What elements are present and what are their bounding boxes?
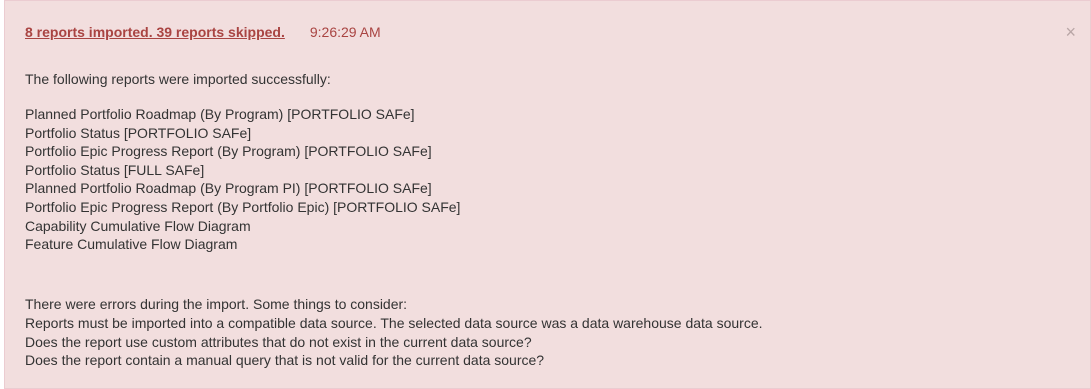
import-result-alert: 8 reports imported. 39 reports skipped. … [4,0,1091,389]
imported-report-list: Planned Portfolio Roadmap (By Program) [… [25,105,460,254]
list-item: Planned Portfolio Roadmap (By Program) [… [25,106,415,122]
import-summary-link[interactable]: 8 reports imported. 39 reports skipped. [25,24,285,40]
error-heading: There were errors during the import. Som… [25,296,408,312]
list-item: Capability Cumulative Flow Diagram [25,217,251,234]
error-note: Does the report contain a manual query t… [25,352,545,369]
close-icon[interactable]: × [1065,23,1076,41]
alert-header: 8 reports imported. 39 reports skipped. … [25,24,381,40]
error-notes: There were errors during the import. Som… [25,295,763,370]
error-note: Reports must be imported into a compatib… [25,314,763,331]
error-note: Does the report use custom attributes th… [25,333,532,350]
import-timestamp: 9:26:29 AM [309,24,381,40]
list-item: Planned Portfolio Roadmap (By Program PI… [25,180,432,197]
list-item: Portfolio Epic Progress Report (By Progr… [25,143,432,160]
list-item: Feature Cumulative Flow Diagram [25,236,238,253]
success-heading: The following reports were imported succ… [25,71,331,87]
list-item: Portfolio Epic Progress Report (By Portf… [25,198,461,215]
list-item: Portfolio Status [PORTFOLIO SAFe] [25,124,252,141]
list-item: Portfolio Status [FULL SAFe] [25,161,205,178]
